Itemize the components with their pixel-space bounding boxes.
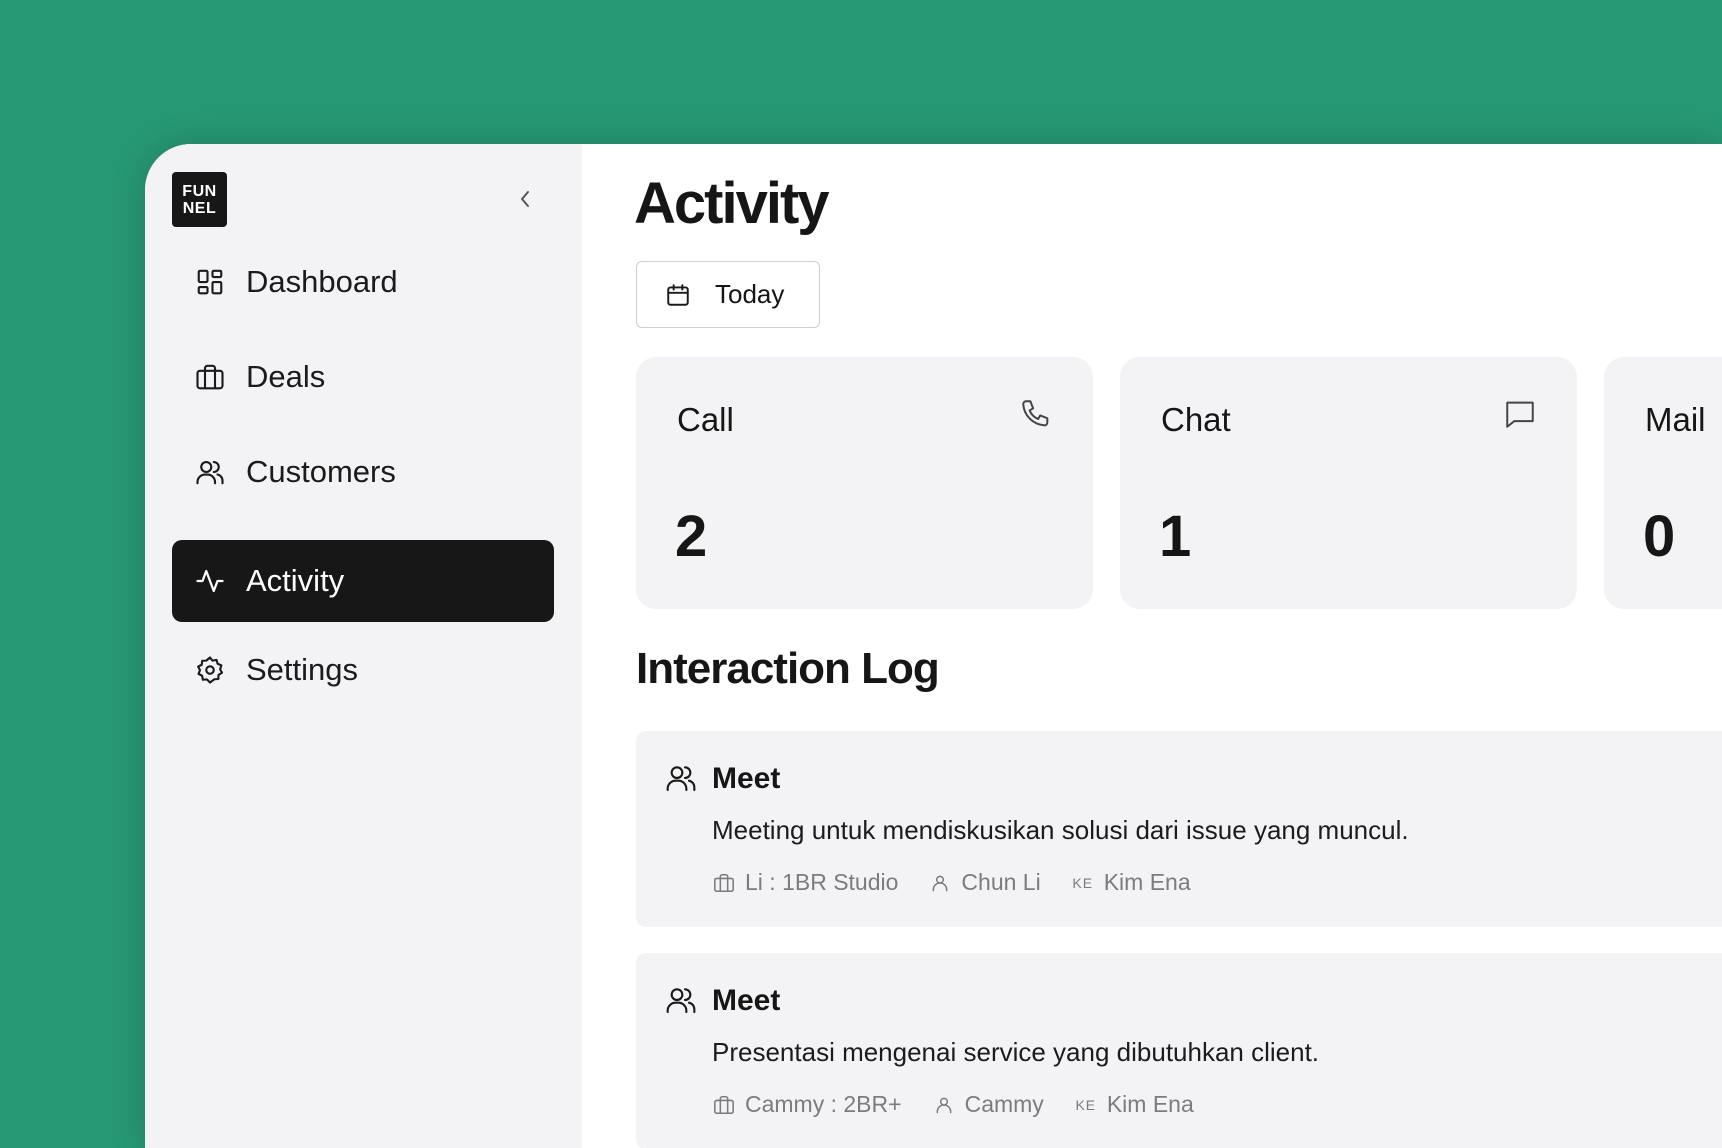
log-meta: Li : 1BR Studio Chun Li KE Kim Ena bbox=[712, 869, 1221, 896]
sidebar-item-label: Dashboard bbox=[246, 264, 398, 299]
log-deal-label: Cammy : 2BR+ bbox=[745, 1091, 902, 1117]
log-owner-label: Kim Ena bbox=[1106, 1091, 1194, 1117]
calendar-icon bbox=[665, 282, 691, 308]
owner-initials: KE bbox=[1072, 874, 1094, 891]
owner-initials: KE bbox=[1075, 1096, 1097, 1113]
user-icon bbox=[932, 1093, 956, 1117]
log-meta: Cammy : 2BR+ Cammy KE Kim Ena bbox=[712, 1091, 1224, 1118]
chat-icon bbox=[1503, 397, 1537, 431]
stat-card-call[interactable]: Call 2 bbox=[636, 357, 1093, 609]
stat-card-mail[interactable]: Mail 0 bbox=[1604, 357, 1722, 609]
briefcase-icon bbox=[193, 360, 227, 394]
stat-label: Mail bbox=[1645, 401, 1706, 438]
page-title: Activity bbox=[634, 171, 830, 236]
activity-icon bbox=[193, 564, 227, 598]
briefcase-icon bbox=[712, 1093, 736, 1117]
log-owner[interactable]: KE Kim Ena bbox=[1071, 869, 1191, 896]
stat-value: 2 bbox=[675, 504, 708, 569]
interaction-log-title: Interaction Log bbox=[636, 644, 940, 693]
log-type: Meet bbox=[712, 984, 781, 1017]
dashboard-icon bbox=[193, 265, 227, 299]
sidebar-item-dashboard[interactable]: Dashboard bbox=[172, 241, 554, 323]
log-deal[interactable]: Cammy : 2BR+ bbox=[712, 1091, 902, 1118]
phone-icon bbox=[1019, 397, 1053, 431]
user-icon bbox=[928, 871, 952, 895]
log-entry[interactable]: Meet Presentasi mengenai service yang di… bbox=[636, 953, 1722, 1148]
log-customer[interactable]: Chun Li bbox=[928, 869, 1041, 896]
sidebar-item-label: Activity bbox=[246, 563, 345, 598]
stat-card-chat[interactable]: Chat 1 bbox=[1120, 357, 1577, 609]
logo[interactable]: FUN NEL bbox=[172, 172, 227, 227]
stat-label: Call bbox=[677, 401, 734, 438]
log-type: Meet bbox=[712, 762, 781, 795]
log-description: Meeting untuk mendiskusikan solusi dari … bbox=[712, 815, 1409, 845]
date-filter-label: Today bbox=[715, 279, 785, 309]
sidebar-item-settings[interactable]: Settings bbox=[172, 629, 554, 711]
main-content: Activity Today Call 2 Chat 1 Mail 0 Inte bbox=[582, 144, 1722, 1148]
sidebar-item-deals[interactable]: Deals bbox=[172, 336, 554, 418]
log-description: Presentasi mengenai service yang dibutuh… bbox=[712, 1037, 1320, 1067]
briefcase-icon bbox=[712, 871, 736, 895]
users-icon bbox=[665, 984, 697, 1016]
log-owner-label: Kim Ena bbox=[1103, 869, 1191, 895]
logo-line-2: NEL bbox=[182, 199, 217, 217]
collapse-sidebar-button[interactable] bbox=[510, 184, 540, 214]
log-deal-label: Li : 1BR Studio bbox=[745, 869, 899, 895]
chevron-left-icon bbox=[518, 189, 532, 209]
app-window: FUN NEL Dashboard Deals Customers Activi… bbox=[145, 144, 1722, 1148]
sidebar-item-activity[interactable]: Activity bbox=[172, 540, 554, 622]
stat-value: 1 bbox=[1159, 504, 1192, 569]
log-customer[interactable]: Cammy bbox=[932, 1091, 1044, 1118]
sidebar-item-label: Deals bbox=[246, 359, 326, 394]
gear-icon bbox=[193, 653, 227, 687]
log-deal[interactable]: Li : 1BR Studio bbox=[712, 869, 898, 896]
sidebar-item-label: Settings bbox=[246, 652, 359, 687]
logo-line-1: FUN bbox=[182, 182, 217, 200]
users-icon bbox=[665, 762, 697, 794]
sidebar: FUN NEL Dashboard Deals Customers Activi… bbox=[145, 144, 582, 1148]
log-customer-label: Chun Li bbox=[961, 869, 1041, 895]
log-customer-label: Cammy bbox=[964, 1091, 1044, 1117]
date-filter-button[interactable]: Today bbox=[636, 261, 820, 328]
log-owner[interactable]: KE Kim Ena bbox=[1074, 1091, 1194, 1118]
stat-label: Chat bbox=[1161, 401, 1231, 438]
stat-value: 0 bbox=[1643, 504, 1676, 569]
log-entry[interactable]: Meet Meeting untuk mendiskusikan solusi … bbox=[636, 731, 1722, 927]
sidebar-item-label: Customers bbox=[246, 454, 396, 489]
users-icon bbox=[193, 455, 227, 489]
sidebar-item-customers[interactable]: Customers bbox=[172, 431, 554, 513]
